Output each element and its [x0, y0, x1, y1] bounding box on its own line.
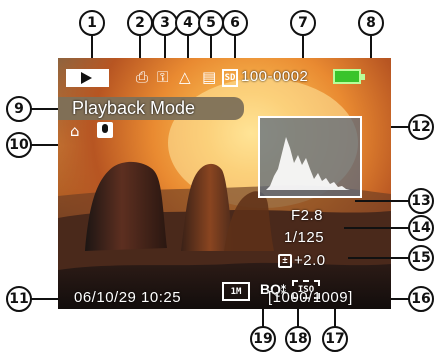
leader-line-19 [262, 309, 264, 328]
play-icon [81, 72, 92, 84]
leader-line-15 [348, 257, 410, 259]
leader-line-8 [370, 35, 372, 58]
callout-6: 6 [222, 10, 248, 36]
play-mode-badge [66, 69, 109, 87]
callout-2: 2 [127, 10, 153, 36]
battery-cap-icon [361, 74, 365, 80]
print-tray-icon: ⌂ [70, 122, 80, 140]
callout-19: 19 [250, 326, 276, 352]
protect-key-icon: ⚿ [157, 68, 169, 86]
leader-line-6 [234, 35, 236, 58]
callout-16: 16 [408, 286, 434, 312]
leader-line-2 [139, 35, 141, 58]
leader-line-18 [297, 309, 299, 328]
callout-1: 1 [79, 10, 105, 36]
voice-memo-icon [97, 122, 113, 138]
shutter-speed-value: 1/125 [284, 229, 325, 246]
histogram-graph [266, 137, 350, 190]
callout-15: 15 [408, 245, 434, 271]
leader-line-7 [302, 35, 304, 58]
image-counter: [1000/1009] [268, 289, 353, 306]
callout-12: 12 [408, 114, 434, 140]
microphone-icon [102, 124, 108, 133]
leader-line-16 [391, 298, 410, 300]
print-order-icon: ⎙ [136, 68, 149, 86]
mountain-icon: △ [179, 68, 191, 86]
leader-line-11 [30, 298, 58, 300]
callout-7: 7 [290, 10, 316, 36]
camera-lcd-screen: ⎙ ⚿ △ ▤ SD 100-0002 Playback Mode ⌂ F2.8… [58, 58, 391, 309]
callout-13: 13 [408, 188, 434, 214]
callout-14: 14 [408, 215, 434, 241]
callout-9: 9 [6, 96, 32, 122]
leader-line-10 [30, 144, 58, 146]
exposure-compensation-icon: ± [278, 254, 292, 268]
image-size-icon: 1M [222, 282, 250, 301]
file-number: 100-0002 [241, 68, 309, 85]
leader-line-4 [187, 35, 189, 58]
leader-line-17 [334, 309, 336, 328]
leader-line-5 [210, 35, 212, 58]
battery-icon [333, 69, 365, 84]
mode-label: Playback Mode [72, 98, 196, 118]
image-size-label: 1M [230, 286, 242, 297]
exposure-value: +2.0 [294, 252, 326, 269]
film-icon: ▤ [202, 68, 217, 86]
capture-datetime: 06/10/29 10:25 [74, 289, 182, 306]
callout-17: 17 [322, 326, 348, 352]
leader-line-13 [355, 200, 410, 202]
leader-line-1 [91, 35, 93, 58]
histogram-panel [258, 116, 362, 198]
callout-10: 10 [6, 132, 32, 158]
aperture-value: F2.8 [291, 207, 324, 224]
callout-11: 11 [6, 286, 32, 312]
callout-5: 5 [198, 10, 224, 36]
leader-line-12 [391, 126, 410, 128]
sd-card-icon: SD [222, 69, 238, 87]
callout-18: 18 [285, 326, 311, 352]
leader-line-14 [344, 227, 410, 229]
leader-line-3 [164, 35, 166, 58]
callout-8: 8 [358, 10, 384, 36]
leader-line-9 [30, 108, 58, 110]
